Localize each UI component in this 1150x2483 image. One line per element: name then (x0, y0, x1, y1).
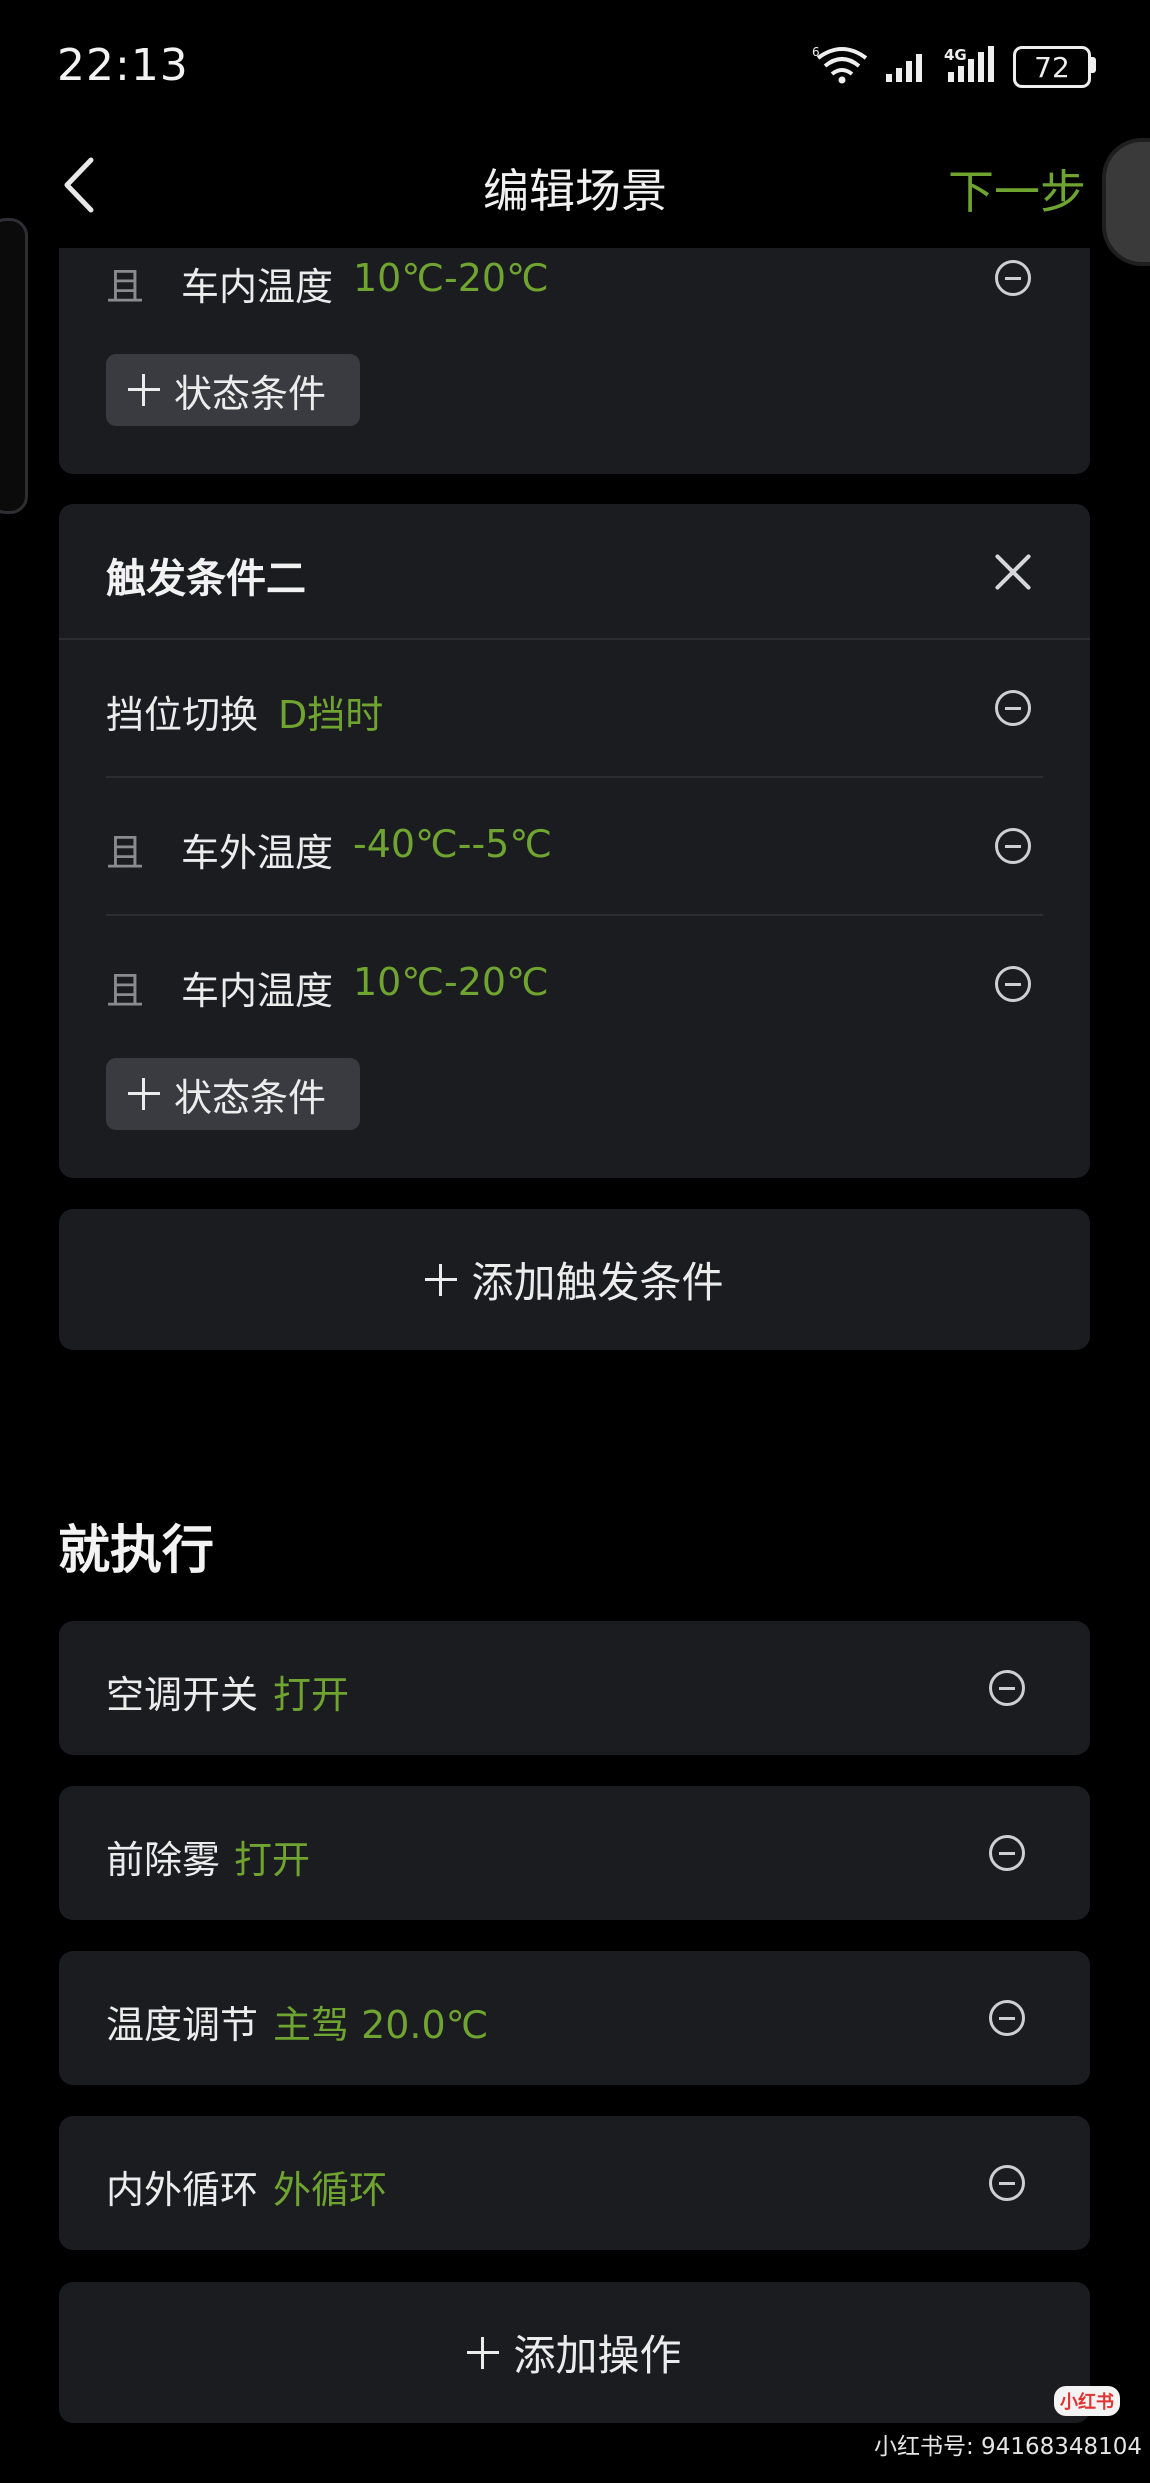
condition-value[interactable]: 10℃-20℃ (353, 256, 549, 300)
plus-icon (425, 1263, 458, 1296)
condition-label[interactable]: 车外温度 (181, 822, 333, 877)
and-prefix: 且 (106, 969, 145, 1013)
add-state-label: 状态条件 (174, 1075, 327, 1120)
action-value: 主驾 20.0℃ (273, 2003, 489, 2047)
divider (106, 914, 1043, 916)
floating-avatar[interactable] (1102, 138, 1150, 266)
condition-label[interactable]: 车内温度 (181, 256, 333, 311)
remove-condition-icon[interactable] (995, 260, 1031, 296)
edge-handle[interactable] (0, 218, 28, 514)
action-value: 外循环 (273, 2168, 388, 2212)
trigger-condition-two-card: 触发条件二 挡位切换 D挡时 且 车外温度 -40℃--5℃ 且 车内温度 10… (59, 504, 1090, 1178)
battery-icon: 72 (1013, 46, 1091, 88)
add-trigger-condition-button[interactable]: 添加触发条件 (59, 1209, 1090, 1350)
svg-text:4G: 4G (944, 46, 967, 64)
plus-icon (128, 374, 160, 406)
remove-action-icon[interactable] (989, 2000, 1025, 2036)
action-label: 内外循环 (106, 2168, 259, 2212)
watermark-logo: 小红书 (1054, 2386, 1120, 2416)
signal-icon (886, 54, 922, 82)
add-state-condition-button[interactable]: 状态条件 (106, 354, 360, 426)
action-item[interactable]: 内外循环 外循环 (59, 2116, 1090, 2250)
trigger-condition-one-card: 且 车内温度 10℃-20℃ 状态条件 (59, 248, 1090, 474)
plus-icon (467, 2336, 500, 2369)
divider (59, 638, 1090, 640)
divider (106, 776, 1043, 778)
action-label: 空调开关 (106, 1673, 259, 1717)
add-action-button[interactable]: 添加操作 (59, 2282, 1090, 2423)
svg-text:6: 6 (812, 45, 820, 59)
condition-value[interactable]: -40℃--5℃ (353, 822, 552, 866)
add-state-condition-button[interactable]: 状态条件 (106, 1058, 360, 1130)
remove-condition-icon[interactable] (995, 828, 1031, 864)
action-value: 打开 (273, 1673, 350, 1717)
action-label: 前除雾 (106, 1838, 221, 1882)
section-title-execute: 就执行 (58, 1521, 215, 1581)
action-item[interactable]: 前除雾 打开 (59, 1786, 1090, 1920)
condition-value[interactable]: 10℃-20℃ (353, 960, 549, 1004)
status-time: 22:13 (57, 40, 189, 91)
remove-action-icon[interactable] (989, 2165, 1025, 2201)
battery-level: 72 (1034, 50, 1070, 84)
and-prefix: 且 (106, 265, 145, 309)
remove-action-icon[interactable] (989, 1670, 1025, 1706)
remove-condition-icon[interactable] (995, 966, 1031, 1002)
watermark-text: 小红书号: 94168348104 (874, 2434, 1143, 2460)
next-step-button[interactable]: 下一步 (948, 156, 1086, 222)
action-label: 温度调节 (106, 2003, 259, 2047)
battery-tip (1091, 57, 1096, 73)
add-action-label: 添加操作 (513, 2331, 682, 2380)
and-prefix: 且 (106, 831, 145, 875)
condition-value[interactable]: D挡时 (278, 684, 383, 739)
action-item[interactable]: 温度调节 主驾 20.0℃ (59, 1951, 1090, 2085)
status-bar: 22:13 6 4G 72 (0, 0, 1150, 130)
action-item[interactable]: 空调开关 打开 (59, 1621, 1090, 1755)
condition-label[interactable]: 车内温度 (181, 960, 333, 1015)
card-title: 触发条件二 (106, 556, 306, 602)
condition-label[interactable]: 挡位切换 (106, 684, 258, 739)
remove-condition-icon[interactable] (995, 690, 1031, 726)
add-trigger-label: 添加触发条件 (471, 1258, 724, 1307)
wifi-icon: 6 (812, 45, 868, 84)
remove-action-icon[interactable] (989, 1835, 1025, 1871)
action-value: 打开 (234, 1838, 311, 1882)
signal-4g-icon: 4G (944, 46, 994, 82)
plus-icon (128, 1078, 160, 1110)
close-icon[interactable] (993, 552, 1033, 592)
add-state-label: 状态条件 (174, 371, 327, 416)
